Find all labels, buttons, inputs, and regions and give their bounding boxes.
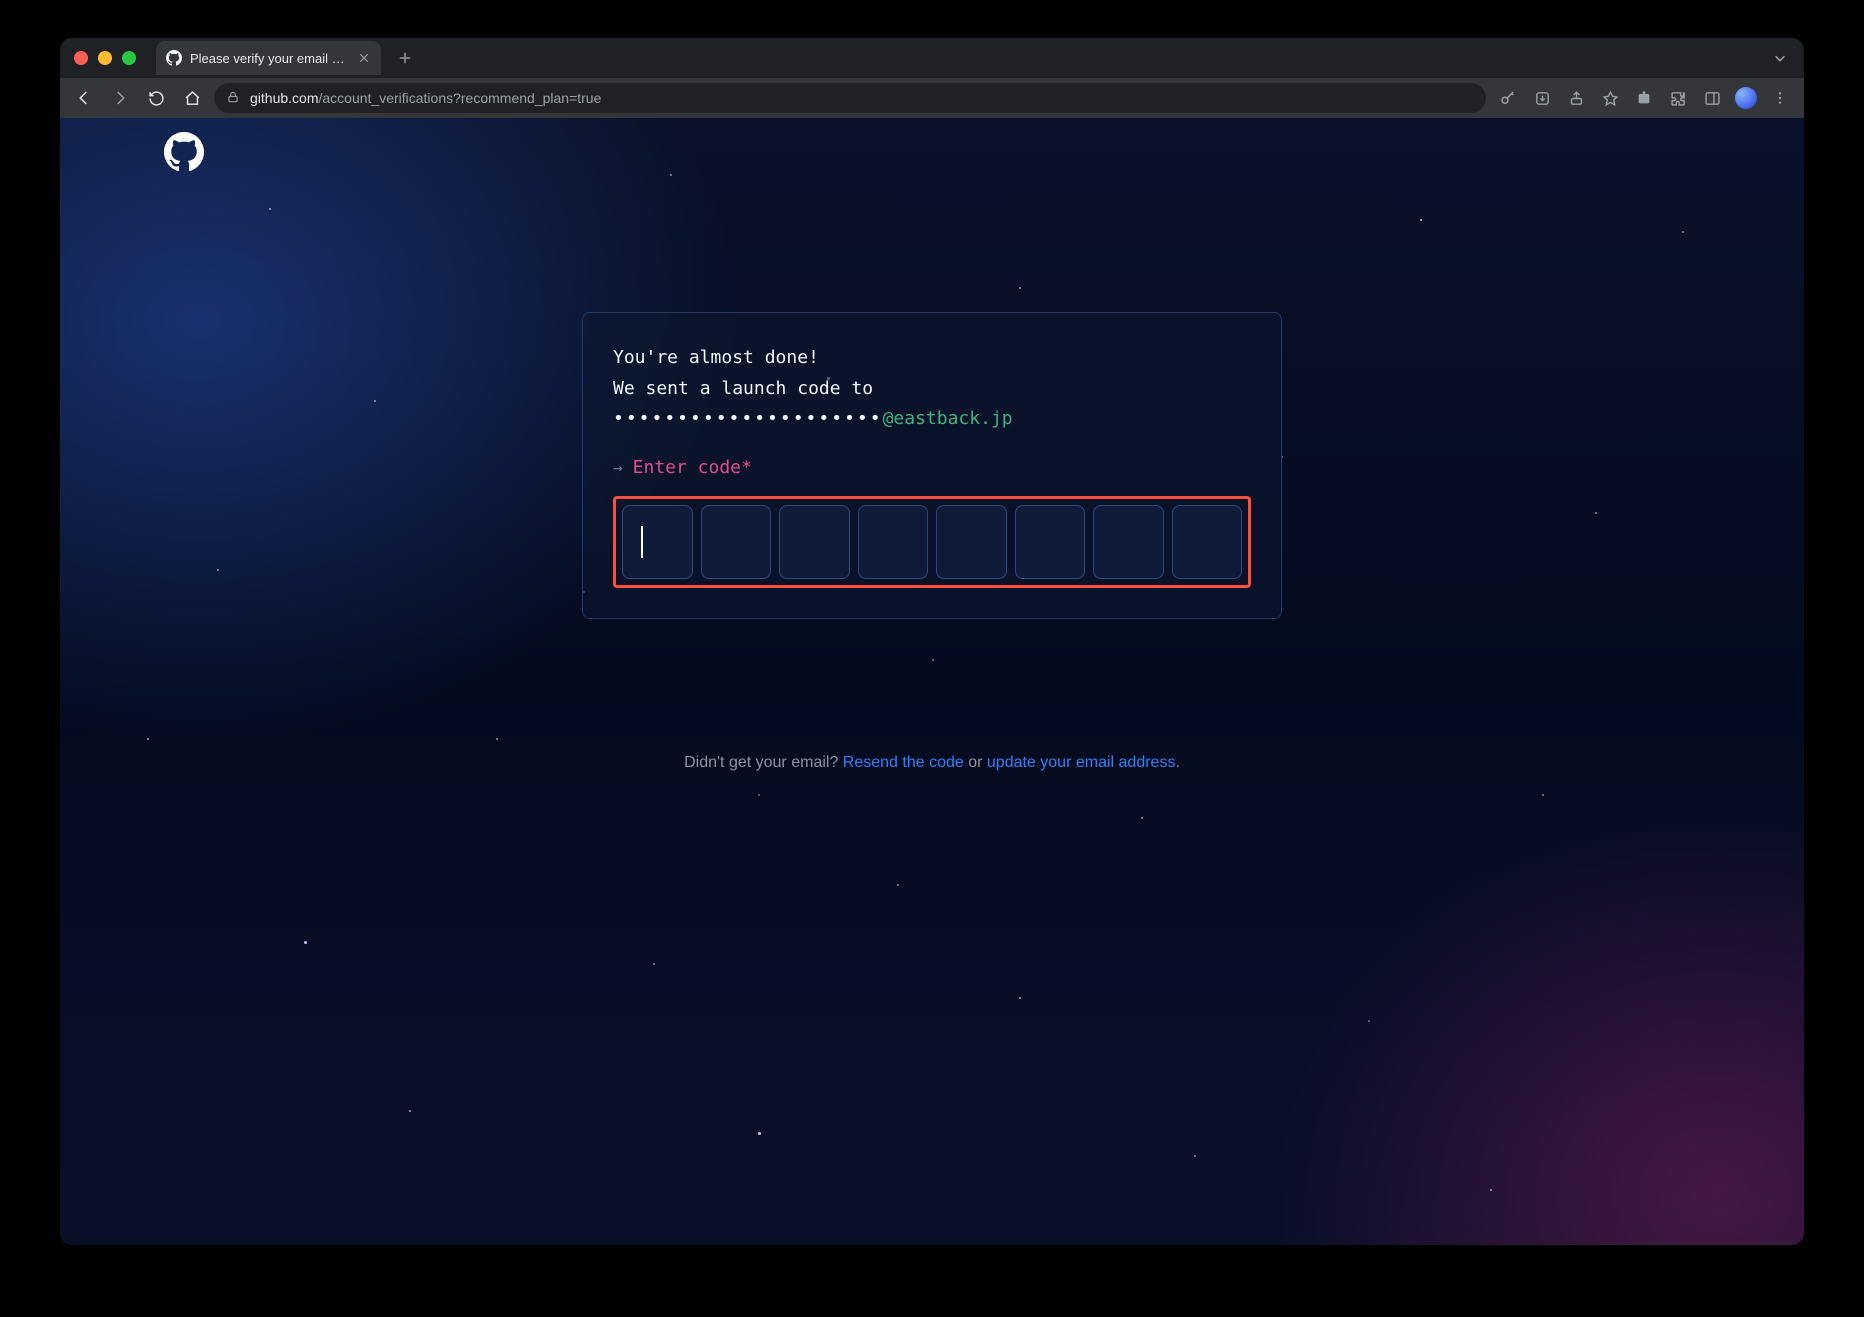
share-icon[interactable] (1562, 84, 1590, 112)
starfield-decoration (60, 118, 1804, 1245)
code-digit-7[interactable] (1093, 505, 1164, 579)
update-email-link[interactable]: update your email address (987, 754, 1176, 771)
heading-sent-code: We sent a launch code to (613, 374, 1251, 405)
prompt-row: → Enter code* (613, 457, 1251, 478)
minimize-window-button[interactable] (98, 51, 112, 65)
home-button[interactable] (178, 84, 206, 112)
address-bar[interactable]: github.com/account_verifications?recomme… (214, 83, 1486, 113)
window-controls (74, 51, 136, 65)
tabs-dropdown-button[interactable] (1766, 44, 1794, 72)
code-digit-4[interactable] (858, 505, 929, 579)
lock-icon (226, 90, 240, 107)
toolbar-actions (1494, 84, 1794, 112)
password-key-icon[interactable] (1494, 84, 1522, 112)
close-tab-icon[interactable] (357, 51, 371, 65)
new-tab-button[interactable] (391, 44, 419, 72)
bookmark-star-icon[interactable] (1596, 84, 1624, 112)
profile-avatar[interactable] (1732, 84, 1760, 112)
extensions-puzzle-icon[interactable] (1664, 84, 1692, 112)
tab-title: Please verify your email address (190, 51, 349, 66)
footer-suffix: . (1175, 754, 1179, 771)
maximize-window-button[interactable] (122, 51, 136, 65)
side-panel-icon[interactable] (1698, 84, 1726, 112)
chrome-menu-icon[interactable] (1766, 84, 1794, 112)
browser-toolbar: github.com/account_verifications?recomme… (60, 78, 1804, 118)
forward-button[interactable] (106, 84, 134, 112)
footer-middle: or (964, 754, 987, 771)
code-digit-3[interactable] (779, 505, 850, 579)
code-digit-5[interactable] (936, 505, 1007, 579)
email-visible-part: @eastback.jp (883, 408, 1013, 429)
github-favicon-icon (166, 50, 182, 66)
back-button[interactable] (70, 84, 98, 112)
code-digit-2[interactable] (701, 505, 772, 579)
screen: Please verify your email address (0, 0, 1864, 1317)
reload-button[interactable] (142, 84, 170, 112)
close-window-button[interactable] (74, 51, 88, 65)
resend-code-link[interactable]: Resend the code (843, 754, 964, 771)
email-masked: ••••••••••••••••••••• (613, 408, 883, 429)
code-digit-1[interactable] (622, 505, 693, 579)
github-logo-icon[interactable] (164, 132, 204, 172)
browser-tab[interactable]: Please verify your email address (156, 41, 381, 75)
heading-almost-done: You're almost done! (613, 343, 1251, 374)
resend-footer: Didn't get your email? Resend the code o… (684, 754, 1180, 772)
verification-card: You're almost done! We sent a launch cod… (582, 312, 1282, 619)
footer-prefix: Didn't get your email? (684, 754, 843, 771)
browser-tabbar: Please verify your email address (60, 38, 1804, 78)
code-input-group (613, 496, 1251, 588)
url-text: github.com/account_verifications?recomme… (250, 90, 601, 106)
page-viewport: You're almost done! We sent a launch cod… (60, 118, 1804, 1245)
extension-icon[interactable] (1630, 84, 1658, 112)
email-line: •••••••••••••••••••••@eastback.jp (613, 404, 1251, 435)
install-app-icon[interactable] (1528, 84, 1556, 112)
code-digit-6[interactable] (1015, 505, 1086, 579)
code-digit-8[interactable] (1172, 505, 1243, 579)
enter-code-label: Enter code* (633, 457, 752, 478)
prompt-arrow-icon: → (613, 458, 623, 477)
